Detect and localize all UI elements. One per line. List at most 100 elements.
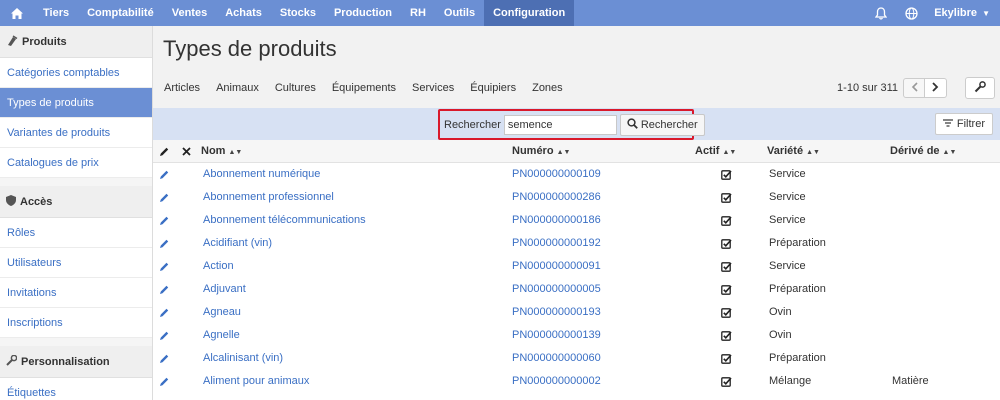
column-header-actif[interactable]: Actif ▲▼ [695, 140, 736, 163]
active-check-icon [721, 278, 732, 301]
nav-achats[interactable]: Achats [216, 0, 271, 26]
edit-icon[interactable] [159, 163, 169, 186]
edit-column-icon [159, 140, 169, 163]
nav-configuration[interactable]: Configuration [484, 0, 575, 26]
sort-icon: ▲▼ [942, 149, 957, 156]
nav-tiers[interactable]: Tiers [34, 0, 78, 26]
product-name-link[interactable]: Action [203, 255, 234, 278]
edit-icon[interactable] [159, 209, 169, 232]
product-name-link[interactable]: Acidifiant (vin) [203, 232, 272, 255]
product-number-link[interactable]: PN000000000109 [512, 163, 601, 186]
edit-icon[interactable] [159, 324, 169, 347]
sidebar-item-invitations[interactable]: Invitations [0, 278, 152, 308]
variety-cell: Service [769, 191, 806, 203]
nav-ventes[interactable]: Ventes [163, 0, 216, 26]
active-check-icon [721, 209, 732, 232]
search-label: Rechercher [444, 118, 501, 131]
tab-cultures[interactable]: Cultures [267, 79, 324, 97]
edit-icon[interactable] [159, 255, 169, 278]
edit-icon[interactable] [159, 232, 169, 255]
nav-outils[interactable]: Outils [435, 0, 484, 26]
product-number-link[interactable]: PN000000000139 [512, 324, 601, 347]
previous-page-button[interactable] [903, 78, 925, 98]
sidebar-item-types-de-produits[interactable]: Types de produits [0, 88, 152, 118]
wrench-icon [6, 354, 21, 369]
table-row: Agneau PN000000000193 Ovin [153, 301, 1000, 324]
product-name-link[interactable]: Alcalinisant (vin) [203, 347, 283, 370]
active-check-icon [721, 163, 732, 186]
tab-zones[interactable]: Zones [524, 79, 571, 97]
column-header-variete[interactable]: Variété ▲▼ [767, 140, 820, 163]
column-header-numero[interactable]: Numéro ▲▼ [512, 140, 570, 163]
table-row: Action PN000000000091 Service [153, 255, 1000, 278]
active-check-icon [721, 186, 732, 209]
tab-articles[interactable]: Articles [153, 79, 208, 97]
table-row: Acidifiant (vin) PN000000000192 Préparatio… [153, 232, 1000, 255]
sidebar-item-etiquettes[interactable]: Étiquettes [0, 378, 152, 400]
product-name-link[interactable]: Aliment pour animaux [203, 370, 309, 393]
sidebar-item-roles[interactable]: Rôles [0, 218, 152, 248]
nav-stocks[interactable]: Stocks [271, 0, 325, 26]
tab-equipements[interactable]: Équipements [324, 79, 404, 97]
product-number-link[interactable]: PN000000000091 [512, 255, 601, 278]
user-menu[interactable]: Ekylibre ▼ [926, 7, 1000, 19]
tab-services[interactable]: Services [404, 79, 462, 97]
search-button-label: Rechercher [640, 118, 698, 131]
filter-button[interactable]: Filtrer [934, 113, 993, 135]
bell-icon[interactable] [866, 0, 896, 26]
home-icon[interactable] [0, 0, 34, 26]
product-name-link[interactable]: Adjuvant [203, 278, 246, 301]
tab-animaux[interactable]: Animaux [208, 79, 267, 97]
sidebar-item-categories-comptables[interactable]: Catégories comptables [0, 58, 152, 88]
product-number-link[interactable]: PN000000000192 [512, 232, 601, 255]
edit-icon[interactable] [159, 278, 169, 301]
table-row: Alcalinisant (vin) PN000000000060 Préparat… [153, 347, 1000, 370]
product-number-link[interactable]: PN000000000005 [512, 278, 601, 301]
delete-column-icon [182, 140, 191, 163]
sidebar-item-variantes-de-produits[interactable]: Variantes de produits [0, 118, 152, 148]
column-header-nom[interactable]: Nom ▲▼ [201, 140, 242, 163]
edit-icon[interactable] [159, 347, 169, 370]
sort-icon: ▲▼ [556, 149, 571, 156]
nav-comptabilite[interactable]: Comptabilité [78, 0, 163, 26]
table-row: Abonnement numérique PN000000000109 Servic… [153, 163, 1000, 186]
user-name: Ekylibre [934, 7, 978, 19]
table-row: Aliment pour animaux PN000000000002 Mélang… [153, 370, 1000, 393]
product-number-link[interactable]: PN000000000186 [512, 209, 601, 232]
variety-cell: Mélange [769, 375, 812, 387]
product-name-link[interactable]: Agneau [203, 301, 241, 324]
sort-icon: ▲▼ [228, 149, 243, 156]
variety-cell: Préparation [769, 352, 826, 364]
product-name-link[interactable]: Abonnement professionnel [203, 186, 334, 209]
sidebar-item-utilisateurs[interactable]: Utilisateurs [0, 248, 152, 278]
nav-production[interactable]: Production [325, 0, 401, 26]
edit-icon[interactable] [159, 370, 169, 393]
product-number-link[interactable]: PN000000000002 [512, 370, 601, 393]
active-check-icon [721, 255, 732, 278]
edit-icon[interactable] [159, 301, 169, 324]
product-number-link[interactable]: PN000000000193 [512, 301, 601, 324]
product-number-link[interactable]: PN000000000060 [512, 347, 601, 370]
search-button[interactable]: Rechercher [619, 113, 705, 136]
search-bar: Rechercher Rechercher Filtrer [153, 108, 1000, 140]
variety-cell: Ovin [769, 306, 792, 318]
sort-icon: ▲▼ [806, 149, 820, 156]
next-page-button[interactable] [925, 78, 947, 98]
search-form: Rechercher Rechercher [438, 109, 705, 140]
edit-icon[interactable] [159, 186, 169, 209]
tab-equipiers[interactable]: Équipiers [462, 79, 524, 97]
product-number-link[interactable]: PN000000000286 [512, 186, 601, 209]
product-name-link[interactable]: Abonnement télécommunications [203, 209, 366, 232]
nav-rh[interactable]: RH [401, 0, 435, 26]
active-check-icon [721, 370, 732, 393]
globe-icon[interactable] [896, 0, 926, 26]
table-header: Nom ▲▼ Numéro ▲▼ Actif ▲▼ Variété ▲▼ Dérivé … [153, 140, 1000, 163]
settings-button[interactable] [965, 77, 995, 99]
product-name-link[interactable]: Abonnement numérique [203, 163, 320, 186]
sidebar-item-inscriptions[interactable]: Inscriptions [0, 308, 152, 338]
product-name-link[interactable]: Agnelle [203, 324, 240, 347]
chevron-right-icon [932, 81, 939, 95]
search-input[interactable] [503, 114, 617, 135]
column-header-derive-de[interactable]: Dérivé de ▲▼ [890, 140, 956, 163]
sidebar-item-catalogues-de-prix[interactable]: Catalogues de prix [0, 148, 152, 178]
